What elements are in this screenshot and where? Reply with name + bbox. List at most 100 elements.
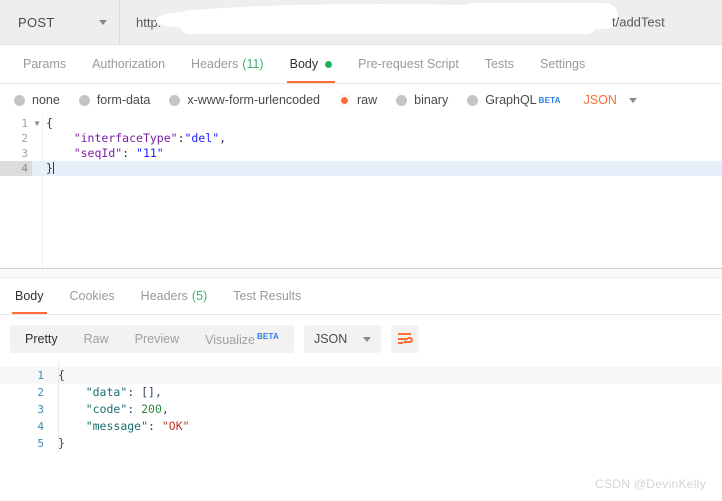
line-number: 1 [37, 369, 44, 382]
view-label: Visualize [205, 333, 255, 348]
line-number: 4 [37, 420, 44, 433]
code-line: 1 ▼ { [0, 116, 722, 131]
url-suffix-text: t/addTest [612, 14, 665, 30]
response-view-raw[interactable]: Raw [71, 325, 122, 353]
radio-label: none [32, 93, 60, 107]
response-view-group: Pretty Raw Preview Visualize BETA [10, 325, 294, 353]
tab-label: Headers [140, 289, 188, 303]
radio-circle-icon [169, 94, 181, 106]
tab-label: Tests [484, 57, 515, 71]
radio-circle-icon [78, 94, 90, 106]
view-label: Preview [134, 332, 180, 346]
tab-label: Test Results [233, 289, 302, 303]
code-fold-spacer [32, 146, 42, 161]
word-wrap-icon [398, 333, 414, 344]
radio-label: raw [357, 93, 378, 107]
line-number: 1 [21, 117, 28, 130]
request-tab-pre-request-script[interactable]: Pre-request Script [345, 45, 472, 83]
radio-circle-icon [396, 94, 408, 106]
code-fold-spacer [32, 131, 42, 146]
url-redaction-mark [158, 3, 618, 34]
radio-circle-icon [467, 94, 479, 106]
editor-gutter-divider [42, 116, 43, 268]
code-text: } [58, 436, 65, 450]
request-tab-params[interactable]: Params [10, 45, 79, 83]
code-line: 3 "seqId": "11" [0, 146, 722, 161]
line-number: 2 [21, 132, 28, 145]
radio-label: GraphQL [485, 93, 537, 107]
body-type-radio-binary[interactable]: binary [396, 93, 448, 107]
radio-label: x-www-form-urlencoded [187, 93, 320, 107]
line-number: 2 [37, 386, 44, 399]
response-format-selector[interactable]: JSON [303, 325, 382, 353]
code-text: "code": 200, [85, 402, 169, 416]
tab-label: Headers [191, 57, 239, 71]
code-text: } [46, 161, 54, 175]
request-body-editor[interactable]: 1 ▼ {2 "interfaceType":"del", 3 "seqId": "1… [0, 116, 722, 268]
request-tab-body[interactable]: Body [277, 45, 346, 83]
body-format-label: JSON [583, 93, 617, 107]
response-view-preview[interactable]: Preview [122, 325, 192, 353]
beta-badge: BETA [256, 332, 279, 342]
view-label: Raw [83, 332, 109, 346]
body-type-radio-raw[interactable]: raw [339, 93, 377, 107]
http-method-label: POST [18, 14, 55, 30]
response-tab-test-results[interactable]: Test Results [220, 278, 314, 314]
tab-label: Cookies [69, 289, 115, 303]
response-tab-headers[interactable]: Headers (5) [128, 278, 221, 314]
body-present-dot-icon [325, 60, 333, 68]
code-text: "data": [], [85, 385, 162, 399]
request-tab-authorization[interactable]: Authorization [79, 45, 178, 83]
radio-label: binary [414, 93, 449, 107]
radio-circle-icon [14, 94, 25, 106]
code-fold-spacer [32, 161, 42, 176]
tab-label: Pre-request Script [358, 57, 459, 71]
radio-circle-icon [339, 94, 350, 106]
radio-label: form-data [96, 93, 151, 107]
code-line: 2 "interfaceType":"del", [0, 131, 722, 146]
body-type-radio-none[interactable]: none [14, 93, 60, 107]
tab-label: Body [289, 57, 319, 71]
tab-label: Settings [540, 57, 586, 71]
tab-count-badge: (11) [242, 57, 264, 71]
code-text: "seqId": "11" [73, 146, 164, 160]
chevron-down-icon [628, 97, 637, 103]
body-format-selector[interactable]: JSON [584, 93, 637, 107]
response-view-visualize[interactable]: Visualize BETA [192, 323, 292, 354]
request-url-bar: POST http: t/addTest [0, 0, 722, 45]
word-wrap-button[interactable] [391, 325, 420, 353]
code-line: 4 "message": "OK" [0, 418, 722, 435]
code-line: 1{ [0, 367, 722, 384]
body-type-radio-x-www-form-urlencoded[interactable]: x-www-form-urlencoded [169, 93, 320, 107]
response-toolbar: Pretty Raw Preview Visualize BETA JSON [0, 315, 722, 363]
request-tab-settings[interactable]: Settings [527, 45, 598, 83]
tab-label: Authorization [92, 57, 166, 71]
code-line: 4} [0, 161, 722, 176]
chevron-down-icon [363, 336, 372, 342]
watermark: CSDN @DevinKelly [594, 477, 706, 491]
response-tab-cookies[interactable]: Cookies [57, 278, 128, 314]
code-text: { [58, 368, 65, 382]
pane-divider[interactable] [0, 268, 722, 278]
body-type-row: none form-data x-www-form-urlencoded raw bin… [0, 84, 722, 116]
response-tab-bar: Body Cookies Headers (5) Test Results [0, 278, 722, 315]
response-tab-body[interactable]: Body [2, 278, 57, 314]
url-input[interactable]: http: t/addTest [120, 0, 722, 44]
response-body-viewer[interactable]: 1{2 "data": [], 3 "code": 200, 4 "message"… [0, 363, 722, 452]
chevron-down-icon [99, 19, 107, 25]
code-line: 5} [0, 435, 722, 452]
line-number: 3 [37, 403, 44, 416]
code-text: "message": "OK" [85, 419, 190, 433]
beta-badge: BETA [538, 95, 561, 105]
response-view-pretty[interactable]: Pretty [12, 325, 71, 353]
request-tab-tests[interactable]: Tests [472, 45, 527, 83]
code-text: { [46, 116, 53, 130]
line-number: 3 [21, 147, 28, 160]
code-line: 2 "data": [], [0, 384, 722, 401]
code-fold-toggle-icon[interactable]: ▼ [32, 116, 42, 131]
line-number: 5 [37, 437, 44, 450]
body-type-radio-graphql[interactable]: GraphQL BETA [467, 93, 560, 107]
request-tab-headers[interactable]: Headers (11) [178, 45, 277, 83]
http-method-selector[interactable]: POST [0, 0, 120, 44]
body-type-radio-form-data[interactable]: form-data [78, 93, 151, 107]
